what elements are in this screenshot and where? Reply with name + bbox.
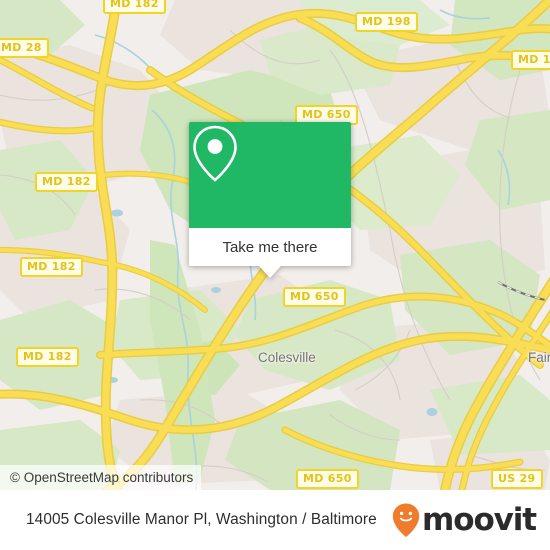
road-shield-md198-east[interactable]: MD 198 [511, 50, 550, 70]
map-attribution[interactable]: © OpenStreetMap contributors [0, 465, 202, 490]
popup-header [189, 122, 351, 228]
road-shield-md182-lower[interactable]: MD 182 [16, 347, 79, 367]
take-me-there-button[interactable]: Take me there [189, 228, 351, 278]
road-shield-md182-upper[interactable]: MD 182 [35, 172, 98, 192]
popup-pointer-tail [259, 266, 281, 278]
moovit-smiley-pin-icon [392, 503, 420, 537]
road-shield-md650-mid[interactable]: MD 650 [283, 287, 346, 307]
map-canvas[interactable]: MD 182 MD 198 MD 198 MD 28 MD 650 MD 182… [0, 0, 550, 490]
road-shield-md182-north[interactable]: MD 182 [103, 0, 166, 14]
road-shield-md198-west[interactable]: MD 198 [355, 12, 418, 32]
location-popup[interactable]: Take me there [189, 122, 351, 278]
footer-bar: 14005 Colesville Manor Pl, Washington / … [0, 490, 550, 550]
road-shield-us29[interactable]: US 29 [491, 469, 543, 489]
map-pin-icon [193, 125, 237, 182]
take-me-there-label: Take me there [222, 238, 318, 256]
road-shield-md182-mid[interactable]: MD 182 [20, 257, 83, 277]
road-shield-md28[interactable]: MD 28 [0, 38, 49, 58]
moovit-brand[interactable]: moovit [391, 502, 550, 538]
address-text: 14005 Colesville Manor Pl, Washington / … [26, 511, 377, 528]
moovit-map-screenshot: MD 182 MD 198 MD 198 MD 28 MD 650 MD 182… [0, 0, 550, 550]
moovit-wordmark: moovit [422, 501, 537, 538]
road-shield-md650-south[interactable]: MD 650 [296, 469, 359, 489]
place-label-colesville: Colesville [258, 350, 316, 365]
place-label-fairland: Fair [528, 350, 550, 365]
